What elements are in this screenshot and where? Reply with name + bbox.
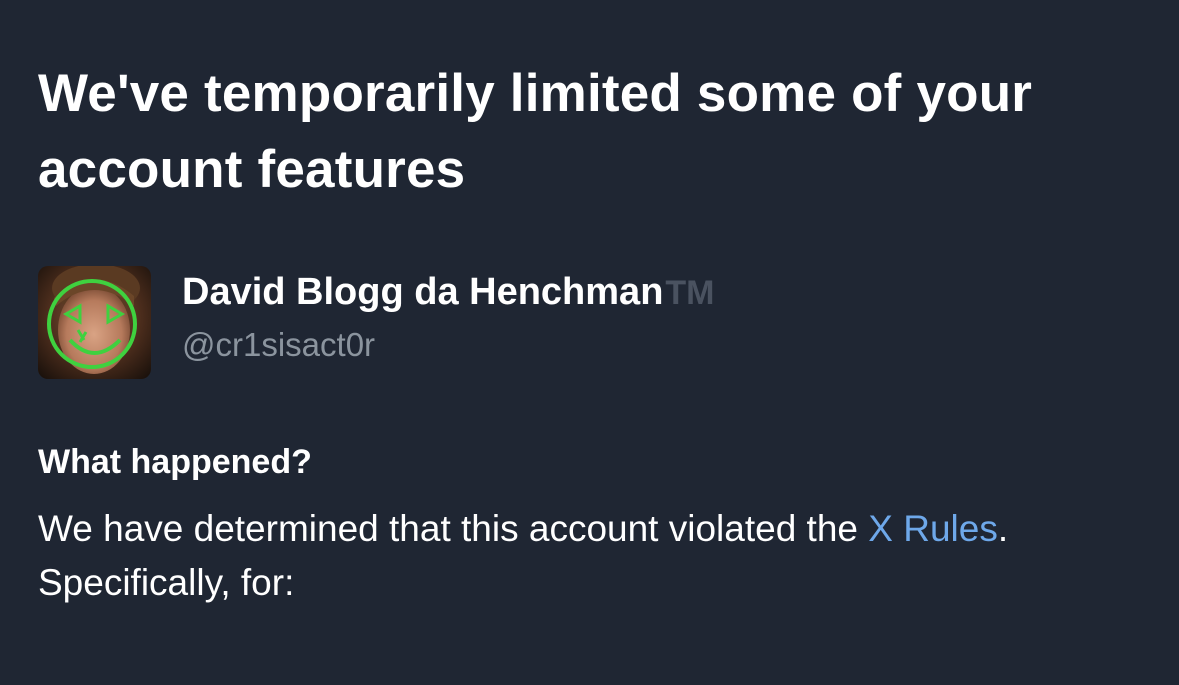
display-name: David Blogg da HenchmanTM [182,269,715,316]
account-handle: @cr1sisact0r [182,326,376,363]
x-rules-link[interactable]: X Rules [868,508,998,549]
page-title: We've temporarily limited some of your a… [38,64,1033,199]
violation-explanation: We have determined that this account vio… [38,502,1158,610]
display-name-text: David Blogg da Henchman [182,271,664,313]
what-happened-heading: What happened? [38,443,312,481]
explanation-text-start: We have determined that this account vio… [38,508,869,549]
avatar [38,266,151,379]
avatar-photo-icon [38,266,151,379]
trademark-suffix: TM [665,274,715,312]
account-card: David Blogg da HenchmanTM @cr1sisact0r [38,266,715,379]
account-limited-notice: We've temporarily limited some of your a… [38,56,1158,603]
account-identity: David Blogg da HenchmanTM @cr1sisact0r [182,269,715,368]
